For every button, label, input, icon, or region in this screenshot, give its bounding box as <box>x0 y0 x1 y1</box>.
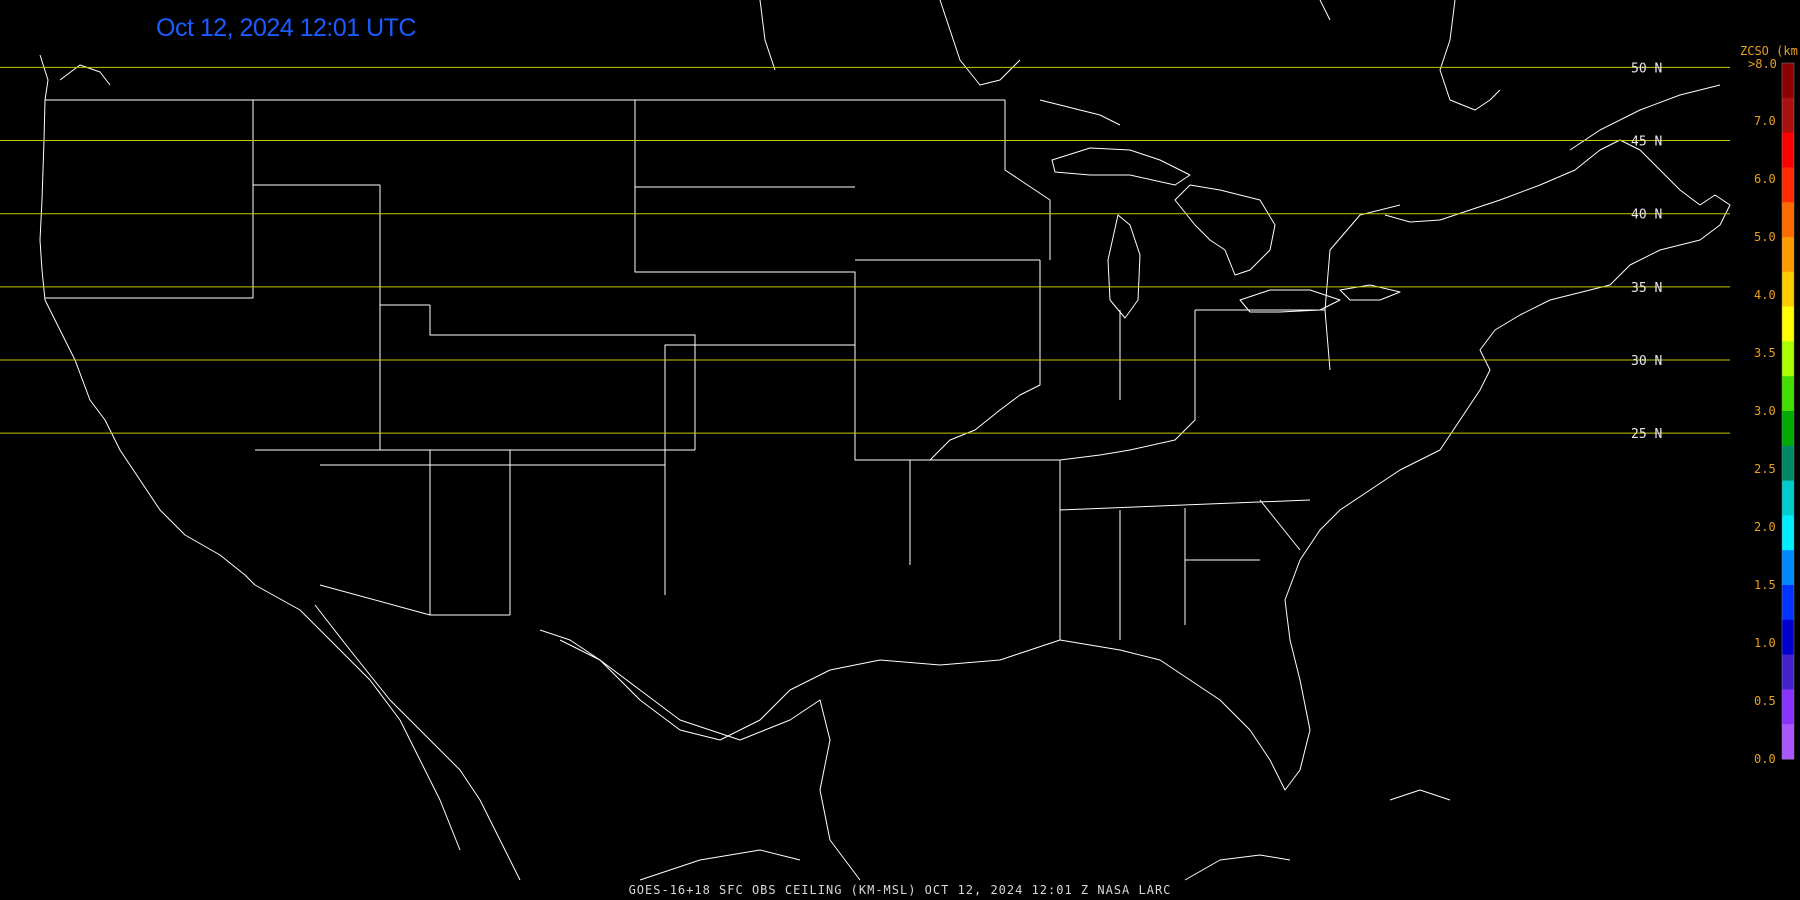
legend-tick-label: 0.5 <box>1754 694 1776 708</box>
legend-swatch <box>1782 202 1794 238</box>
legend-tick-label: 3.0 <box>1754 404 1776 418</box>
legend-swatch <box>1782 306 1794 342</box>
legend-tick-label: 2.5 <box>1754 462 1776 476</box>
legend-swatch <box>1782 585 1794 621</box>
legend-tick-label: 1.5 <box>1754 578 1776 592</box>
legend-tick-label: 1.0 <box>1754 636 1776 650</box>
legend-swatch <box>1782 63 1794 99</box>
legend-swatch <box>1782 724 1794 760</box>
legend-swatch <box>1782 341 1794 377</box>
legend-swatch <box>1782 132 1794 168</box>
footer-caption: GOES-16+18 SFC OBS CEILING (KM-MSL) OCT … <box>628 883 1172 897</box>
legend-swatch <box>1782 445 1794 482</box>
lat-label: 50 N <box>1631 61 1662 76</box>
legend-swatch <box>1782 167 1794 203</box>
legend-tick-label: 3.5 <box>1754 346 1776 360</box>
legend-swatch <box>1782 271 1794 308</box>
legend-tick-label: 6.0 <box>1754 172 1776 186</box>
lat-label: 30 N <box>1631 354 1662 369</box>
legend-swatch <box>1782 376 1794 412</box>
legend-swatch <box>1782 411 1794 447</box>
legend-swatch <box>1782 689 1794 725</box>
timestamp-title: Oct 12, 2024 12:01 UTC <box>156 14 416 42</box>
legend-top-label: >8.0 <box>1748 57 1777 71</box>
lat-label: 35 N <box>1631 281 1662 296</box>
legend-tick-label: 0.0 <box>1754 752 1776 766</box>
lat-label: 40 N <box>1631 208 1662 223</box>
legend-swatch <box>1782 97 1794 134</box>
legend-tick-label: 5.0 <box>1754 230 1776 244</box>
legend-swatch <box>1782 515 1794 551</box>
lat-label: 25 N <box>1631 427 1662 442</box>
lat-label: 45 N <box>1631 135 1662 150</box>
legend-swatch <box>1782 619 1794 656</box>
legend-swatch <box>1782 550 1794 586</box>
legend-swatch <box>1782 654 1794 690</box>
legend-swatch <box>1782 237 1794 273</box>
legend-tick-label: 2.0 <box>1754 520 1776 534</box>
legend-tick-label: 4.0 <box>1754 288 1776 302</box>
ceiling-map: 50 N45 N40 N35 N30 N25 N120 W115 W110 W1… <box>0 0 1800 900</box>
legend-title: ZCSO (km) <box>1740 44 1800 58</box>
legend-swatch <box>1782 480 1794 516</box>
legend-tick-label: 7.0 <box>1754 114 1776 128</box>
